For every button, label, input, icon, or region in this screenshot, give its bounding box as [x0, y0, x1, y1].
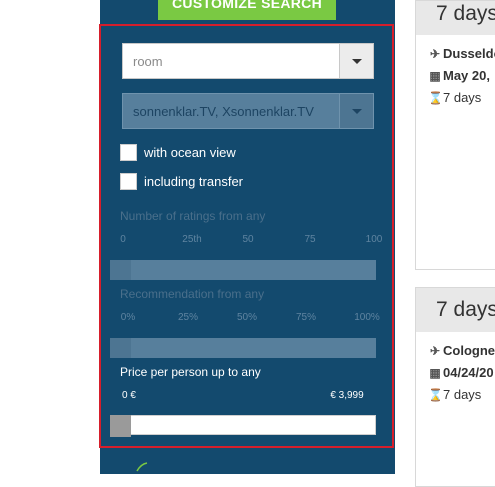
logo-icon	[136, 462, 148, 472]
offer-card-duration: 7 days	[416, 1, 495, 35]
offer-card-nights: ⌛7 days	[416, 87, 495, 109]
transfer-checkbox[interactable]	[120, 173, 137, 190]
recommendation-tick: 0%	[120, 312, 136, 323]
offer-card[interactable]: 7 days ✈Dusseldo ▦May 20, ⌛7 days	[415, 0, 495, 270]
ocean-view-checkbox[interactable]	[120, 144, 137, 161]
ratings-tick: 25th	[182, 234, 202, 245]
recommendation-slider[interactable]	[110, 338, 376, 358]
ratings-slider[interactable]	[110, 260, 376, 280]
calendar-icon: ▦	[429, 69, 441, 83]
chevron-down-icon[interactable]	[339, 94, 373, 128]
ratings-slider-handle[interactable]	[110, 260, 131, 280]
offer-card-date: ▦ 04/24/20	[416, 362, 495, 384]
offer-card-nights-text: 7 days	[443, 90, 482, 105]
recommendation-tick: 25%	[177, 312, 199, 323]
plane-icon: ✈	[429, 344, 441, 358]
offer-card-nights: ⌛7 days	[416, 384, 495, 406]
ratings-tick: 0	[120, 234, 126, 245]
offer-card-date: ▦ May 20,	[416, 65, 495, 87]
recommendation-slider-handle[interactable]	[110, 338, 131, 358]
hourglass-icon: ⌛	[428, 91, 443, 105]
price-label: Price per person up to any	[120, 365, 261, 379]
price-slider-handle[interactable]	[110, 415, 131, 437]
offer-card-date-text: 04/24/20	[443, 365, 494, 380]
tv-channel-select[interactable]: sonnenklar.TV, Xsonnenklar.TV	[122, 93, 374, 129]
filter-panel: room sonnenklar.TV, Xsonnenklar.TV with …	[99, 24, 394, 448]
ocean-view-label: with ocean view	[144, 145, 236, 160]
recommendation-tick: 50%	[236, 312, 258, 323]
price-slider[interactable]	[110, 415, 376, 437]
transfer-label: including transfer	[144, 174, 243, 189]
ratings-tick: 100	[365, 234, 383, 245]
price-min-label: 0 €	[122, 390, 136, 401]
ratings-tick: 50	[242, 234, 254, 245]
room-select-placeholder: room	[133, 54, 163, 69]
chevron-down-icon[interactable]	[339, 44, 373, 78]
offer-card-nights-text: 7 days	[443, 387, 482, 402]
plane-icon: ✈	[429, 47, 441, 61]
offer-card-origin-text: Cologne	[443, 343, 495, 358]
offer-card[interactable]: 7 days ✈ Cologne ▦ 04/24/20 ⌛7 days	[415, 287, 495, 487]
offer-card-origin: ✈ Cologne	[416, 340, 495, 362]
offer-card-duration: 7 days	[416, 288, 495, 332]
customize-search-button[interactable]: CUSTOMIZE SEARCH	[158, 0, 336, 20]
offer-card-date-text: May 20,	[443, 68, 490, 83]
offer-card-origin-text: Dusseldo	[443, 46, 495, 61]
tv-channel-value: sonnenklar.TV, Xsonnenklar.TV	[133, 104, 314, 119]
recommendation-tick: 75%	[295, 312, 317, 323]
offer-card-origin: ✈Dusseldo	[416, 43, 495, 65]
recommendation-tick: 100%	[354, 312, 380, 323]
price-max-label: € 3,999	[330, 390, 364, 401]
recommendation-label: Recommendation from any	[120, 287, 265, 301]
hourglass-icon: ⌛	[428, 388, 443, 402]
ratings-tick: 75	[304, 234, 316, 245]
room-select[interactable]: room	[122, 43, 374, 79]
ratings-label: Number of ratings from any	[120, 209, 266, 223]
calendar-icon: ▦	[429, 366, 441, 380]
